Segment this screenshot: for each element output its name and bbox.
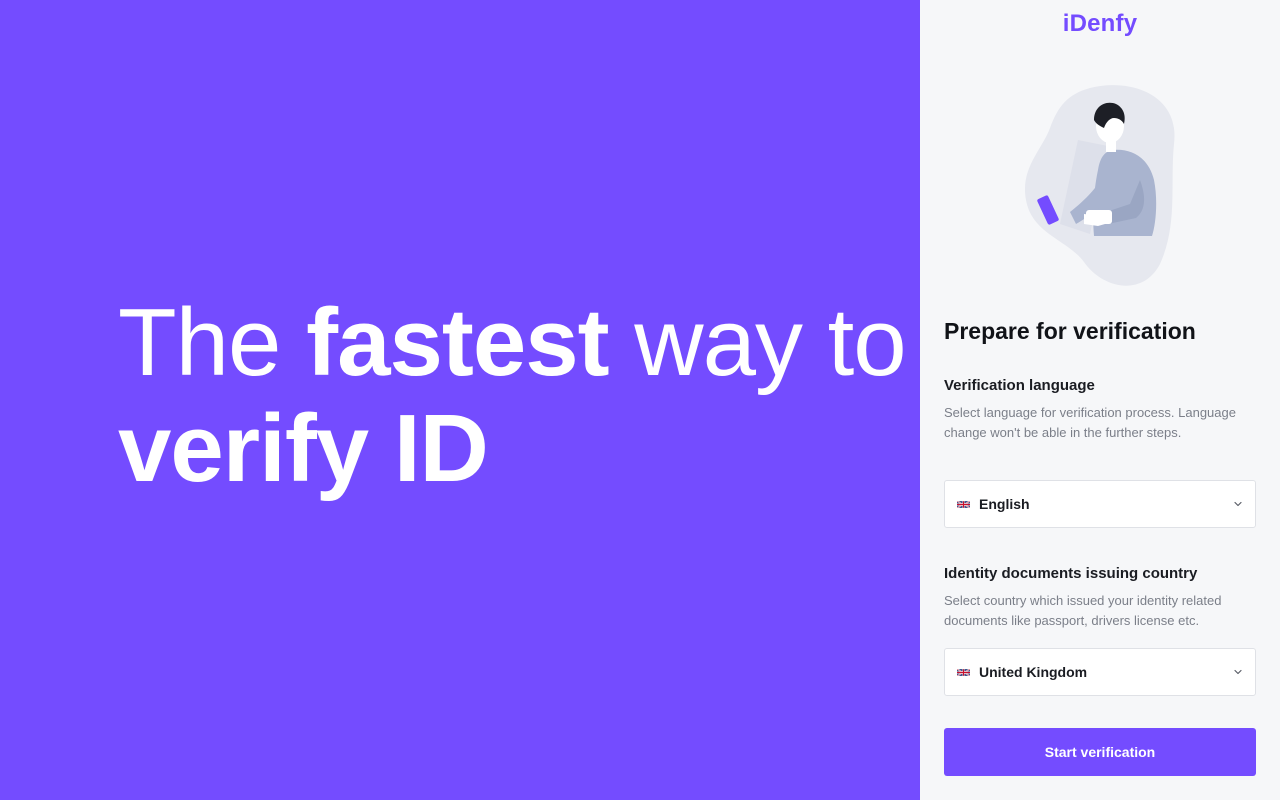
language-select[interactable]: English (944, 480, 1256, 528)
chevron-down-icon (1234, 501, 1242, 507)
language-description: Select language for verification process… (944, 405, 1236, 440)
page-title: Prepare for verification (944, 318, 1196, 344)
uk-flag-icon (957, 500, 970, 508)
hero-text-fastest: fastest (306, 289, 609, 396)
country-label: Identity documents issuing country (944, 565, 1198, 582)
chevron-down-icon (1234, 669, 1242, 675)
idenfy-logo: iDenfy (1062, 10, 1138, 37)
start-verification-button[interactable]: Start verification (944, 728, 1256, 776)
hero-text-verify-id: verify ID (118, 395, 489, 502)
language-label: Verification language (944, 377, 1095, 394)
hero-text-way-to: way to (608, 289, 906, 396)
hero-text-the: The (118, 289, 307, 396)
verification-panel: iDenfy Prepare for verification Verifica… (920, 0, 1280, 800)
uk-flag-icon (957, 668, 970, 676)
language-select-value: English (979, 496, 1030, 512)
hero-panel: The fastest way to verify ID (0, 0, 920, 800)
person-with-phone-illustration (1024, 85, 1175, 286)
country-select[interactable]: United Kingdom (944, 648, 1256, 696)
app-root: The fastest way to verify ID iDenfy Prep… (0, 0, 1280, 800)
country-description: Select country which issued your identit… (944, 593, 1222, 628)
country-select-value: United Kingdom (979, 664, 1088, 680)
hero-headline: The fastest way to verify ID (118, 289, 907, 502)
